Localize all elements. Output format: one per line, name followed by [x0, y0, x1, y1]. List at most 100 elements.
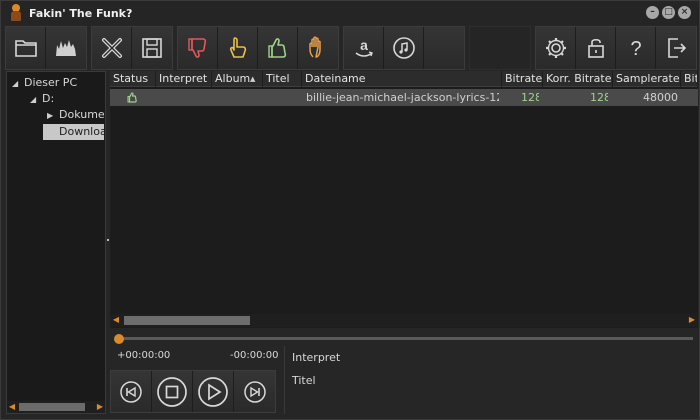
remove-icon	[101, 38, 122, 58]
window-controls: – □ ×	[646, 6, 691, 19]
scrollbar-thumb[interactable]	[124, 316, 250, 325]
svg-text:a: a	[360, 37, 368, 53]
dateiname-cell: billie-jean-michael-jackson-lyrics-128-y…	[306, 91, 499, 104]
thumbs-up-icon	[127, 92, 137, 103]
status-cell	[126, 89, 142, 106]
spectrum-icon	[56, 40, 76, 56]
app-window: Fakin' The Funk? – □ × a ? ◢ Dieser PC ◢…	[0, 0, 700, 420]
maximize-icon[interactable]: □	[662, 6, 675, 19]
thumbs-up-icon	[267, 38, 286, 58]
play-icon	[198, 376, 228, 407]
tree-item-this-pc[interactable]: ◢ Dieser PC	[12, 75, 104, 91]
samplerate-cell: 48000	[643, 91, 678, 104]
mark-ignore-button[interactable]	[298, 27, 338, 69]
exit-button[interactable]	[656, 27, 696, 69]
open-folder-icon	[14, 40, 37, 57]
exit-icon	[668, 38, 687, 58]
scroll-left-icon[interactable]: ◀	[111, 314, 121, 326]
tree-label: Dieser PC	[24, 76, 78, 89]
toolbar-group-rating	[177, 26, 339, 70]
table-row[interactable]: billie-jean-michael-jackson-lyrics-128-y…	[110, 89, 698, 106]
scroll-right-icon[interactable]: ▶	[687, 314, 697, 326]
toolbar-spacer	[469, 26, 531, 70]
app-title: Fakin' The Funk?	[29, 6, 133, 20]
open-folder-button[interactable]	[6, 27, 46, 69]
spectrum-button[interactable]	[46, 27, 86, 69]
close-icon[interactable]: ×	[678, 6, 691, 19]
toolbar-group-edit	[91, 26, 173, 70]
blank-store-button[interactable]	[424, 27, 464, 69]
collapse-arrow-icon[interactable]: ◢	[12, 76, 24, 91]
album-cell	[212, 89, 263, 106]
tree-item-dokumente[interactable]: ▶Dokumente	[47, 107, 104, 123]
toolbar-group-app: ?	[535, 26, 697, 70]
elapsed-time: +00:00:00	[117, 350, 171, 361]
track-titel-label: Titel	[292, 374, 316, 387]
stop-button[interactable]	[152, 371, 193, 412]
mark-real-button[interactable]	[258, 27, 298, 69]
minimize-icon[interactable]: –	[646, 6, 659, 19]
korr-bitrate-cell: 128	[590, 91, 608, 104]
previous-icon	[120, 380, 142, 403]
scroll-left-icon[interactable]: ◀	[7, 401, 17, 413]
mark-fake-button[interactable]	[178, 27, 218, 69]
amazon-button[interactable]: a	[344, 27, 384, 69]
track-interpret-label: Interpret	[292, 351, 341, 364]
column-bitrate[interactable]: Bitrate	[502, 71, 543, 87]
divider	[284, 346, 285, 414]
scroll-right-icon[interactable]: ▶	[95, 401, 105, 413]
mark-unclear-button[interactable]	[218, 27, 258, 69]
tree-label: D:	[42, 92, 55, 105]
tree-item-drive-d[interactable]: ◢ D:	[30, 91, 104, 107]
column-titel[interactable]: Titel	[263, 71, 302, 87]
main-toolbar: a ?	[5, 26, 697, 70]
tree-horizontal-scrollbar[interactable]: ◀ ▶	[7, 401, 105, 413]
svg-text:?: ?	[630, 38, 641, 60]
play-button[interactable]	[193, 371, 234, 412]
bitrate-cell: 128	[521, 91, 539, 104]
previous-button[interactable]	[111, 371, 152, 412]
sort-ascending-icon: ▲	[250, 75, 256, 83]
scrollbar-thumb[interactable]	[19, 403, 85, 411]
column-interpret[interactable]: Interpret	[156, 71, 212, 87]
column-korr-bitrate[interactable]: Korr. Bitrate	[543, 71, 613, 87]
lock-icon	[587, 38, 604, 58]
amazon-icon: a	[355, 37, 373, 57]
settings-icon	[545, 38, 566, 58]
title-bar: Fakin' The Funk? – □ ×	[1, 1, 699, 25]
raised-hand-icon	[309, 36, 321, 58]
save-icon	[142, 38, 162, 58]
interpret-cell	[156, 89, 212, 106]
seek-slider[interactable]	[110, 332, 698, 346]
lock-button[interactable]	[576, 27, 616, 69]
itunes-icon	[392, 37, 415, 59]
column-samplerate[interactable]: Samplerate	[613, 71, 681, 87]
remaining-time: -00:00:00	[230, 350, 279, 361]
table-header: Status Interpret Album ▲ Titel Dateiname…	[110, 71, 698, 87]
collapse-arrow-icon[interactable]: ◢	[30, 92, 42, 107]
column-bittiefe[interactable]: Bitt	[681, 71, 698, 87]
tree-label: Downloads	[59, 125, 104, 138]
expand-arrow-icon[interactable]: ▶	[47, 108, 59, 123]
itunes-button[interactable]	[384, 27, 424, 69]
next-icon	[243, 380, 266, 403]
seek-knob[interactable]	[114, 334, 124, 344]
tree-item-downloads[interactable]: Downloads	[43, 124, 104, 140]
help-icon: ?	[630, 38, 641, 60]
save-button[interactable]	[132, 27, 172, 69]
column-dateiname[interactable]: Dateiname	[302, 71, 502, 87]
stop-icon	[157, 376, 187, 407]
column-status[interactable]: Status	[110, 71, 156, 87]
finger-up-icon	[229, 37, 246, 58]
remove-button[interactable]	[92, 27, 132, 69]
tree-label: Dokumente	[59, 108, 104, 121]
seek-track[interactable]	[118, 337, 693, 340]
settings-button[interactable]	[536, 27, 576, 69]
next-button[interactable]	[234, 371, 275, 412]
titel-cell	[263, 89, 302, 106]
help-button[interactable]: ?	[616, 27, 656, 69]
time-display: +00:00:00 -00:00:00	[110, 348, 282, 366]
table-horizontal-scrollbar[interactable]: ◀ ▶	[110, 314, 698, 327]
file-table: Status Interpret Album ▲ Titel Dateiname…	[110, 71, 698, 328]
folder-tree: ◢Dieser PC ◢D: ▶Dokumente Downloads ◀ ▶	[6, 71, 106, 414]
